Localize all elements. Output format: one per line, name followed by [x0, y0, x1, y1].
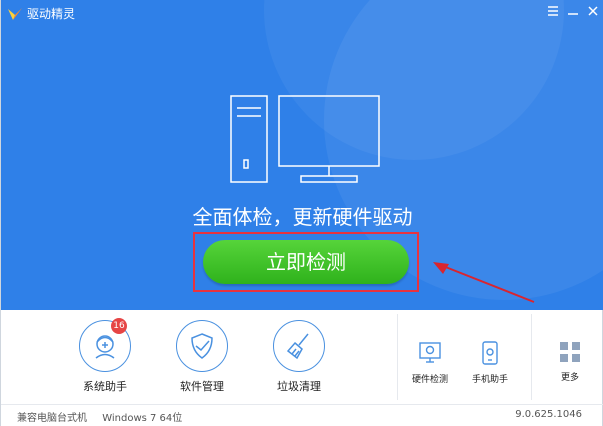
status-bar: 兼容电脑台式机 Windows 7 64位 9.0.625.1046: [1, 404, 603, 426]
minimize-icon[interactable]: [566, 5, 580, 19]
more-button[interactable]: 更多: [543, 340, 597, 384]
system-info: 兼容电脑台式机 Windows 7 64位: [17, 409, 194, 424]
scan-now-button[interactable]: 立即检测: [203, 240, 409, 284]
close-icon[interactable]: [586, 5, 600, 19]
title-bar[interactable]: 驱动精灵: [1, 0, 603, 28]
notification-badge: 16: [111, 318, 127, 334]
tool-label: 垃圾清理: [277, 380, 321, 393]
tool-label: 系统助手: [83, 380, 127, 393]
divider: [397, 314, 398, 400]
machine-type: 兼容电脑台式机: [17, 413, 87, 424]
broom-icon: [286, 333, 309, 360]
menu-icon[interactable]: [546, 5, 560, 19]
monitor-search-icon: [419, 342, 441, 363]
tool-label: 硬件检测: [411, 375, 448, 385]
hardware-check-button[interactable]: 硬件检测: [403, 340, 457, 386]
window-controls: [546, 5, 600, 19]
app-title: 驱动精灵: [27, 7, 76, 21]
computer-illustration-icon: [230, 95, 380, 183]
tool-label: 更多: [560, 373, 579, 383]
grid-icon: [560, 342, 580, 362]
divider: [531, 314, 532, 400]
tool-label: 手机助手: [471, 375, 508, 385]
os-info: Windows 7 64位: [102, 413, 183, 424]
junk-cleanup-button[interactable]: 垃圾清理: [263, 320, 335, 394]
tools-bar: 16 系统助手 软件管理 垃圾清理 硬件检测 手机助手 更多: [1, 310, 603, 404]
version-label: 9.0.625.1046: [515, 409, 582, 420]
doctor-icon: [95, 335, 115, 359]
software-manager-button[interactable]: 软件管理: [166, 320, 238, 394]
app-logo-icon: [8, 8, 22, 20]
phone-icon: [482, 341, 498, 365]
junk-cleanup-icon-circle: [273, 320, 325, 372]
phone-assistant-button[interactable]: 手机助手: [463, 340, 517, 386]
hero-panel: 驱动精灵 全面体检，更新硬件驱动 立即检测: [1, 0, 603, 310]
tool-label: 软件管理: [180, 380, 224, 393]
annotation-arrow-icon: [433, 262, 535, 303]
app-window: 驱动精灵 全面体检，更新硬件驱动 立即检测 16 系统助手 软件管理 垃圾清理 …: [0, 0, 603, 426]
shield-icon: [191, 333, 213, 359]
software-manager-icon-circle: [176, 320, 228, 372]
system-assistant-button[interactable]: 16 系统助手: [69, 318, 141, 394]
hero-slogan: 全面体检，更新硬件驱动: [192, 205, 413, 229]
